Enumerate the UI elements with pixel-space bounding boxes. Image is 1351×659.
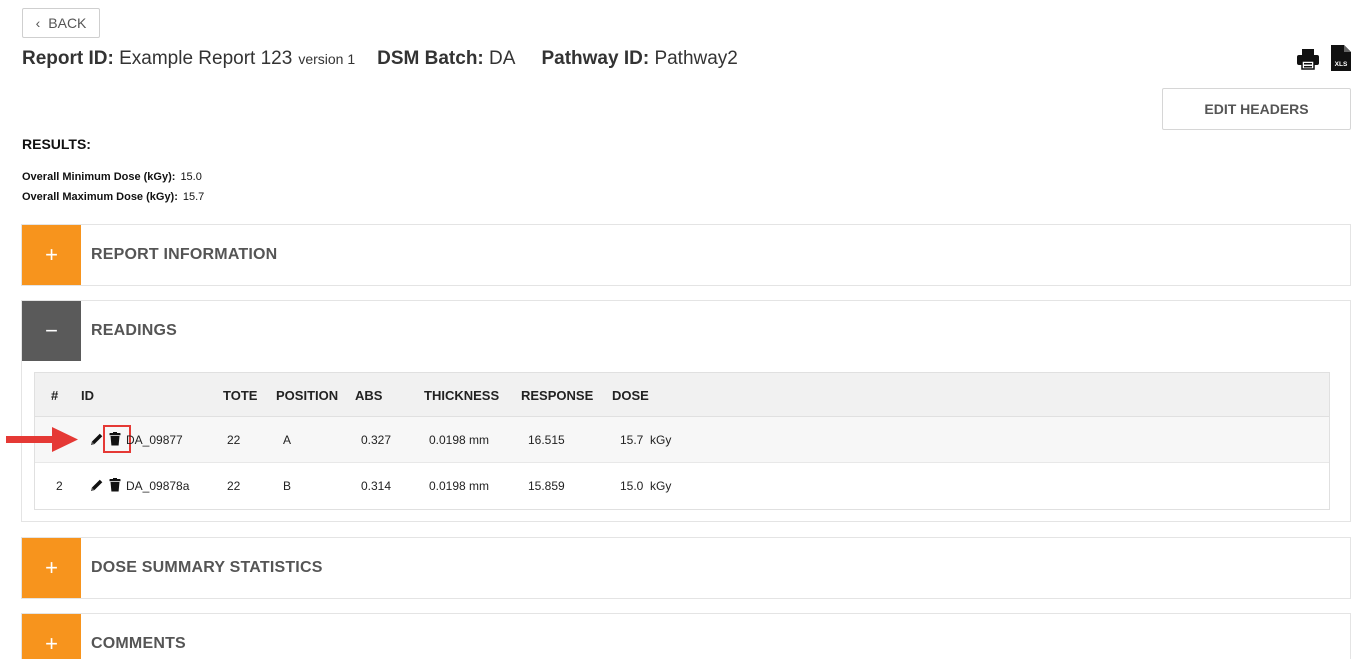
red-arrow-icon [6,427,78,452]
chevron-left-icon: ‹ [35,15,41,31]
results-title: RESULTS: [22,136,91,152]
reading-id: DA_09877 [126,433,183,447]
table-row: DA_09877 22 A 0.327 0.0198 mm 16.515 15.… [35,417,1329,463]
report-header: Report ID: Example Report 123 version 1 … [22,48,738,70]
reading-tote: 22 [227,479,241,493]
col-id: ID [81,387,94,403]
collapse-icon[interactable]: − [22,301,81,361]
reading-thickness: 0.0198 mm [429,433,490,447]
back-button-label: BACK [48,15,87,31]
reading-tote: 22 [227,433,241,447]
comments-panel: + COMMENTS [21,613,1351,659]
dose-summary-label: DOSE SUMMARY STATISTICS [91,559,323,576]
max-dose-label: Overall Maximum Dose (kGy): [22,191,178,203]
col-response: RESPONSE [521,387,594,403]
report-version: version 1 [298,51,356,67]
col-position: POSITION [276,387,339,403]
trash-icon[interactable] [108,478,122,492]
pencil-icon[interactable] [90,432,104,446]
reading-position: A [283,433,292,447]
dsm-batch-label: DSM Batch: [377,48,484,69]
report-information-header[interactable]: + REPORT INFORMATION [22,225,1350,285]
xls-icon-text: XLS [1335,61,1348,68]
reading-thickness: 0.0198 mm [429,479,490,493]
report-information-panel: + REPORT INFORMATION [21,224,1351,286]
col-abs: ABS [355,387,383,403]
dsm-batch-value: DA [489,48,516,69]
readings-panel: − READINGS # ID TOTE POSITION ABS THICKN… [21,300,1351,522]
dose-summary-header[interactable]: + DOSE SUMMARY STATISTICS [22,538,1350,598]
table-header: # ID TOTE POSITION ABS THICKNESS RESPONS… [35,373,1329,417]
reading-id: DA_09878a [126,479,190,493]
comments-label: COMMENTS [91,635,186,652]
reading-response: 15.859 [528,479,565,493]
report-information-label: REPORT INFORMATION [91,246,278,263]
overall-max-dose: Overall Maximum Dose (kGy): 15.7 [22,191,204,203]
pencil-icon[interactable] [90,478,104,492]
overall-min-dose: Overall Minimum Dose (kGy): 15.0 [22,171,202,183]
row-number: 2 [56,479,63,493]
readings-header[interactable]: − READINGS [22,301,1350,361]
col-tote: TOTE [223,387,258,403]
min-dose-value: 15.0 [180,171,202,183]
table-row: 2 DA_09878a 22 B 0.314 0.0198 mm 15.859 … [35,463,1329,509]
report-id-label: Report ID: [22,48,114,69]
min-dose-label: Overall Minimum Dose (kGy): [22,171,176,183]
reading-response: 16.515 [528,433,565,447]
dose-summary-panel: + DOSE SUMMARY STATISTICS [21,537,1351,599]
comments-header[interactable]: + COMMENTS [22,614,1350,659]
expand-icon[interactable]: + [22,538,81,598]
expand-icon[interactable]: + [22,614,81,659]
back-button[interactable]: ‹ BACK [22,8,100,38]
print-icon[interactable] [1296,47,1320,71]
pathway-id-label: Pathway ID: [541,48,650,69]
readings-label: READINGS [91,322,178,339]
reading-position: B [283,479,292,493]
xls-export-icon[interactable]: XLS [1331,45,1351,71]
col-thickness: THICKNESS [424,387,500,403]
reading-abs: 0.314 [361,479,392,493]
reading-abs: 0.327 [361,433,392,447]
col-num: # [51,387,59,403]
edit-headers-button[interactable]: EDIT HEADERS [1162,88,1351,130]
report-id-value: Example Report 123 [119,48,293,69]
reading-dose: 15.0 kGy [620,479,672,493]
col-dose: DOSE [612,387,649,403]
expand-icon[interactable]: + [22,225,81,285]
max-dose-value: 15.7 [182,191,205,203]
reading-dose: 15.7 kGy [620,433,672,447]
pathway-id-value: Pathway2 [654,48,738,69]
readings-table: # ID TOTE POSITION ABS THICKNESS RESPONS… [34,372,1330,510]
